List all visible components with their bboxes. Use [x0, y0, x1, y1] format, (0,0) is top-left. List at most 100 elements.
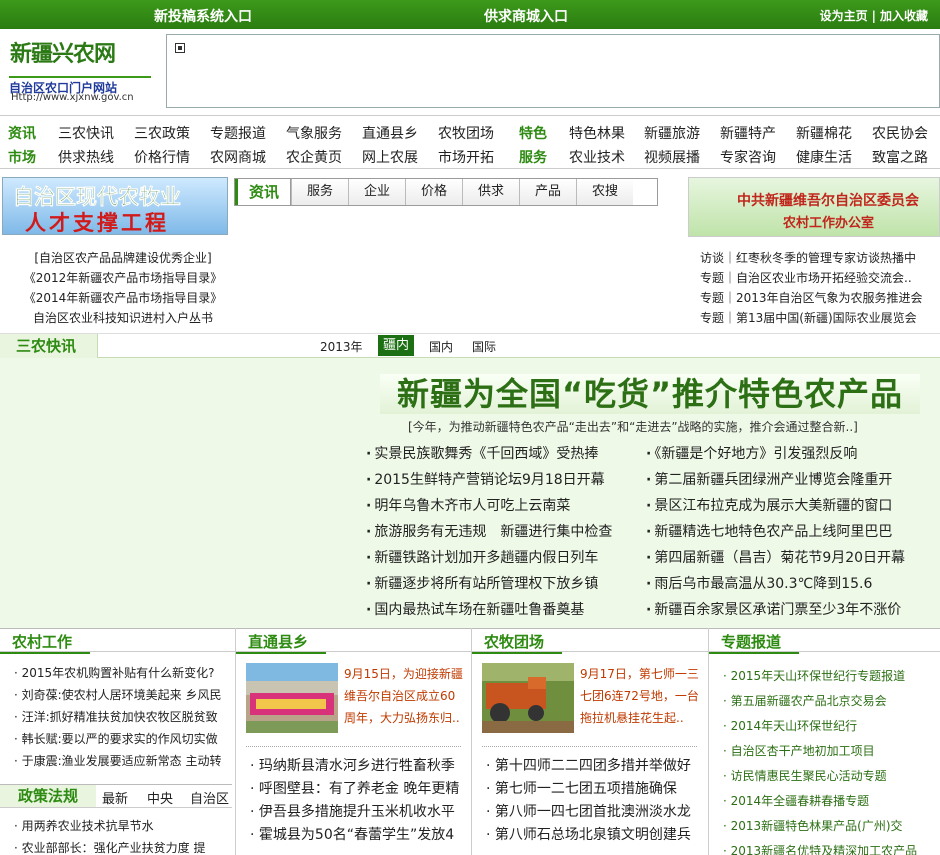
nav-item[interactable]: 致富之路	[872, 147, 928, 167]
nav-item[interactable]: 特色林果	[569, 123, 625, 143]
list-item[interactable]: · 韩长赋:要以严的要求实的作风切实做	[14, 728, 228, 750]
tab-jiage[interactable]: 价格	[405, 179, 462, 205]
farm-photo-caption[interactable]: 9月17日，第七师一三七团6连72号地，一台拖拉机悬挂花生起..	[580, 663, 702, 729]
list-item[interactable]: · 伊吾县多措施提升玉米机收水平	[250, 801, 466, 824]
filter-central[interactable]: 中央	[147, 788, 173, 807]
news-item[interactable]: 新疆铁路计划加开多趟疆内假日列车	[366, 545, 636, 571]
nav-item[interactable]: 农网商城	[210, 147, 266, 167]
headline-summary[interactable]: [今年，为推动新疆特色农产品“走出去”和“走进去”战略的实施，推介会通过整合新.…	[408, 418, 898, 435]
featured-link[interactable]: 自治区农业科技知识进村入户丛书	[18, 308, 228, 328]
tab-zixun[interactable]: 资讯	[235, 179, 291, 205]
featured-link[interactable]: [自治区农产品品牌建设优秀企业]	[18, 248, 228, 268]
nav-item[interactable]: 三农快讯	[58, 123, 114, 143]
nav-item-shichang[interactable]: 市场	[8, 147, 36, 167]
list-item[interactable]: · 刘奇葆:使农村人居环境美起来 乡风民	[14, 684, 228, 706]
list-item[interactable]: · 玛纳斯县清水河乡进行牲畜秋季	[250, 755, 466, 778]
site-logo[interactable]: 新疆兴农网 自治区农口门户网站 Http://www.xjxnw.gov.cn	[6, 34, 156, 106]
filter-region[interactable]: 自治区	[190, 788, 229, 807]
nav-item[interactable]: 三农政策	[134, 123, 190, 143]
nav-item[interactable]: 直通县乡	[362, 123, 418, 143]
nav-item[interactable]: 供求热线	[58, 147, 114, 167]
list-item[interactable]: · 霍城县为50名“春蕾学生”发放4	[250, 824, 466, 847]
list-item[interactable]: · 用两养农业技术抗旱节水	[14, 815, 228, 837]
featured-link[interactable]: 访谈｜红枣秋冬季的管理专家访谈热播中	[700, 248, 926, 268]
nav-item[interactable]: 农牧团场	[438, 123, 494, 143]
news-item[interactable]: 新疆精选七地特色农产品上线阿里巴巴	[646, 519, 908, 545]
news-item[interactable]: 新疆逐步将所有站所管理权下放乡镇	[366, 571, 636, 597]
nav-item-tese[interactable]: 特色	[519, 123, 547, 143]
header-banner[interactable]	[166, 34, 940, 108]
nav-item[interactable]: 健康生活	[796, 147, 852, 167]
nav-item[interactable]: 新疆旅游	[644, 123, 700, 143]
county-photo-caption[interactable]: 9月15日，为迎接新疆维吾尔自治区成立60周年，大力弘扬东归..	[344, 663, 466, 729]
list-item[interactable]: · 汪洋:抓好精准扶贫加快农牧区脱贫致	[14, 706, 228, 728]
news-item[interactable]: 国内最热试车场在新疆吐鲁番奠基	[366, 597, 636, 623]
supply-mall-link[interactable]: 供求商城入口	[484, 6, 568, 26]
list-item[interactable]: · 第十四师二二四团多措并举做好	[486, 755, 702, 778]
nav-item[interactable]: 网上农展	[362, 147, 418, 167]
tab-qiye[interactable]: 企业	[348, 179, 405, 205]
news-item[interactable]: 第四届新疆（昌吉）菊花节9月20日开幕	[646, 545, 908, 571]
filter-domestic[interactable]: 国内	[429, 338, 453, 355]
featured-link[interactable]: 《2012年新疆农产品市场指导目录》	[18, 268, 228, 288]
list-item[interactable]: · 2013新疆名优特及精深加工农产品	[723, 839, 935, 855]
filter-international[interactable]: 国际	[472, 338, 496, 355]
headline-title[interactable]: 新疆为全国“吃货”推介特色农产品	[380, 374, 920, 414]
nav-item[interactable]: 农民协会	[872, 123, 928, 143]
filter-xinjiang[interactable]: 疆内	[378, 335, 414, 356]
nav-item[interactable]: 专题报道	[210, 123, 266, 143]
section-title[interactable]: 专题报道	[721, 631, 781, 652]
news-item[interactable]: 新疆百余家景区承诺门票至少3年不涨价	[646, 597, 908, 623]
nav-item[interactable]: 农业技术	[569, 147, 625, 167]
add-bookmark-link[interactable]: 加入收藏	[880, 9, 928, 23]
nav-item-zixun[interactable]: 资讯	[8, 123, 36, 143]
submission-system-link[interactable]: 新投稿系统入口	[154, 6, 252, 26]
tab-gongqiu[interactable]: 供求	[462, 179, 519, 205]
nav-item[interactable]: 市场开拓	[438, 147, 494, 167]
list-item[interactable]: · 农业部部长：强化产业扶贫力度 提	[14, 837, 228, 855]
party-committee-banner[interactable]: 中共新疆维吾尔自治区委员会 农村工作办公室	[688, 177, 940, 237]
featured-link[interactable]: 专题｜2013年自治区气象为农服务推进会	[700, 288, 926, 308]
nav-item[interactable]: 价格行情	[134, 147, 190, 167]
tab-chanpin[interactable]: 产品	[519, 179, 576, 205]
news-item[interactable]: 2015生鲜特产营销论坛9月18日开幕	[366, 467, 636, 493]
nav-item[interactable]: 专家咨询	[720, 147, 776, 167]
nav-item-fuwu[interactable]: 服务	[519, 147, 547, 167]
list-item[interactable]: · 2015年农机购置补贴有什么新变化?	[14, 662, 228, 684]
list-item[interactable]: · 2015年天山环保世纪行专题报道	[723, 664, 935, 689]
nav-item[interactable]: 视频展播	[644, 147, 700, 167]
section-title[interactable]: 政策法规	[0, 785, 96, 807]
nav-item[interactable]: 农企黄页	[286, 147, 342, 167]
list-item[interactable]: · 第八师石总场北泉镇文明创建兵	[486, 824, 702, 847]
news-item[interactable]: 雨后乌市最高温从30.3℃降到15.6	[646, 571, 908, 597]
news-item[interactable]: 明年乌鲁木齐市人可吃上云南菜	[366, 493, 636, 519]
news-item[interactable]: 第二届新疆兵团绿洲产业博览会隆重开	[646, 467, 908, 493]
farm-photo[interactable]	[482, 663, 574, 733]
news-item[interactable]: 实景民族歌舞秀《千回西域》受热捧	[366, 441, 636, 467]
list-item[interactable]: · 2014年天山环保世纪行	[723, 714, 935, 739]
list-item[interactable]: · 2013新疆特色林果产品(广州)交	[723, 814, 935, 839]
filter-latest[interactable]: 最新	[102, 788, 128, 807]
list-item[interactable]: · 于康震:渔业发展要适应新常态 主动转	[14, 750, 228, 772]
talent-project-banner[interactable]: 自治区现代农牧业 人才支撑工程	[2, 177, 228, 235]
nav-item[interactable]: 新疆棉花	[796, 123, 852, 143]
set-homepage-link[interactable]: 设为主页	[820, 9, 868, 23]
news-item[interactable]: 景区江布拉克成为展示大美新疆的窗口	[646, 493, 908, 519]
tab-nongsou[interactable]: 农搜	[576, 179, 633, 205]
list-item[interactable]: · 第八师一四七团首批澳洲淡水龙	[486, 801, 702, 824]
news-item[interactable]: 旅游服务有无违规 新疆进行集中检查	[366, 519, 636, 545]
filter-year[interactable]: 2013年	[320, 338, 363, 355]
list-item[interactable]: · 自治区杏干产地初加工项目	[723, 739, 935, 764]
nav-item[interactable]: 新疆特产	[720, 123, 776, 143]
nav-item[interactable]: 气象服务	[286, 123, 342, 143]
section-title[interactable]: 农牧团场	[484, 631, 544, 652]
featured-link[interactable]: 《2014年新疆农产品市场指导目录》	[18, 288, 228, 308]
section-title[interactable]: 农村工作	[12, 631, 72, 652]
list-item[interactable]: · 访民情惠民生聚民心活动专题	[723, 764, 935, 789]
featured-link[interactable]: 专题｜自治区农业市场开拓经验交流会..	[700, 268, 926, 288]
news-item[interactable]: 《新疆是个好地方》引发强烈反响	[646, 441, 908, 467]
list-item[interactable]: · 呼图壁县：有了养老金 晚年更精	[250, 778, 466, 801]
section-title[interactable]: 直通县乡	[248, 631, 308, 652]
county-photo[interactable]	[246, 663, 338, 733]
tab-fuwu[interactable]: 服务	[291, 179, 348, 205]
